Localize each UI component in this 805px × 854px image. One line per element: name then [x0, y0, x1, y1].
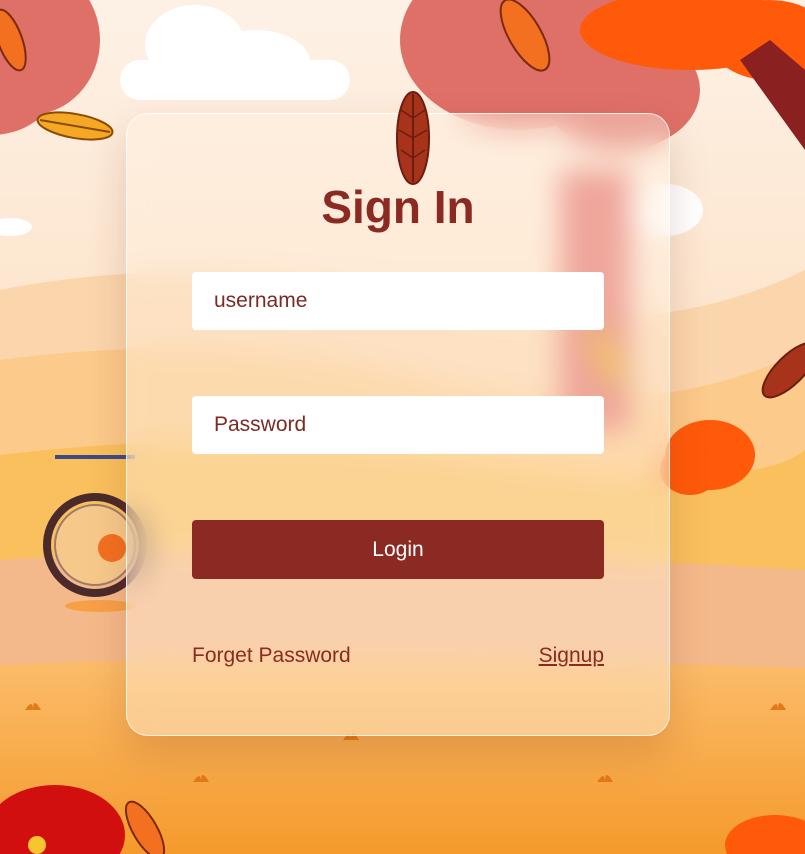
sign-in-title: Sign In: [321, 181, 475, 233]
sign-in-card: Sign In Login Forget Password Signup: [126, 113, 670, 736]
password-input[interactable]: [192, 396, 604, 454]
leaf-brown-overlay: [396, 91, 430, 185]
signup-link[interactable]: Signup: [539, 644, 604, 668]
forget-password-link[interactable]: Forget Password: [192, 644, 351, 668]
login-button[interactable]: Login: [192, 520, 604, 579]
username-input[interactable]: [192, 272, 604, 330]
